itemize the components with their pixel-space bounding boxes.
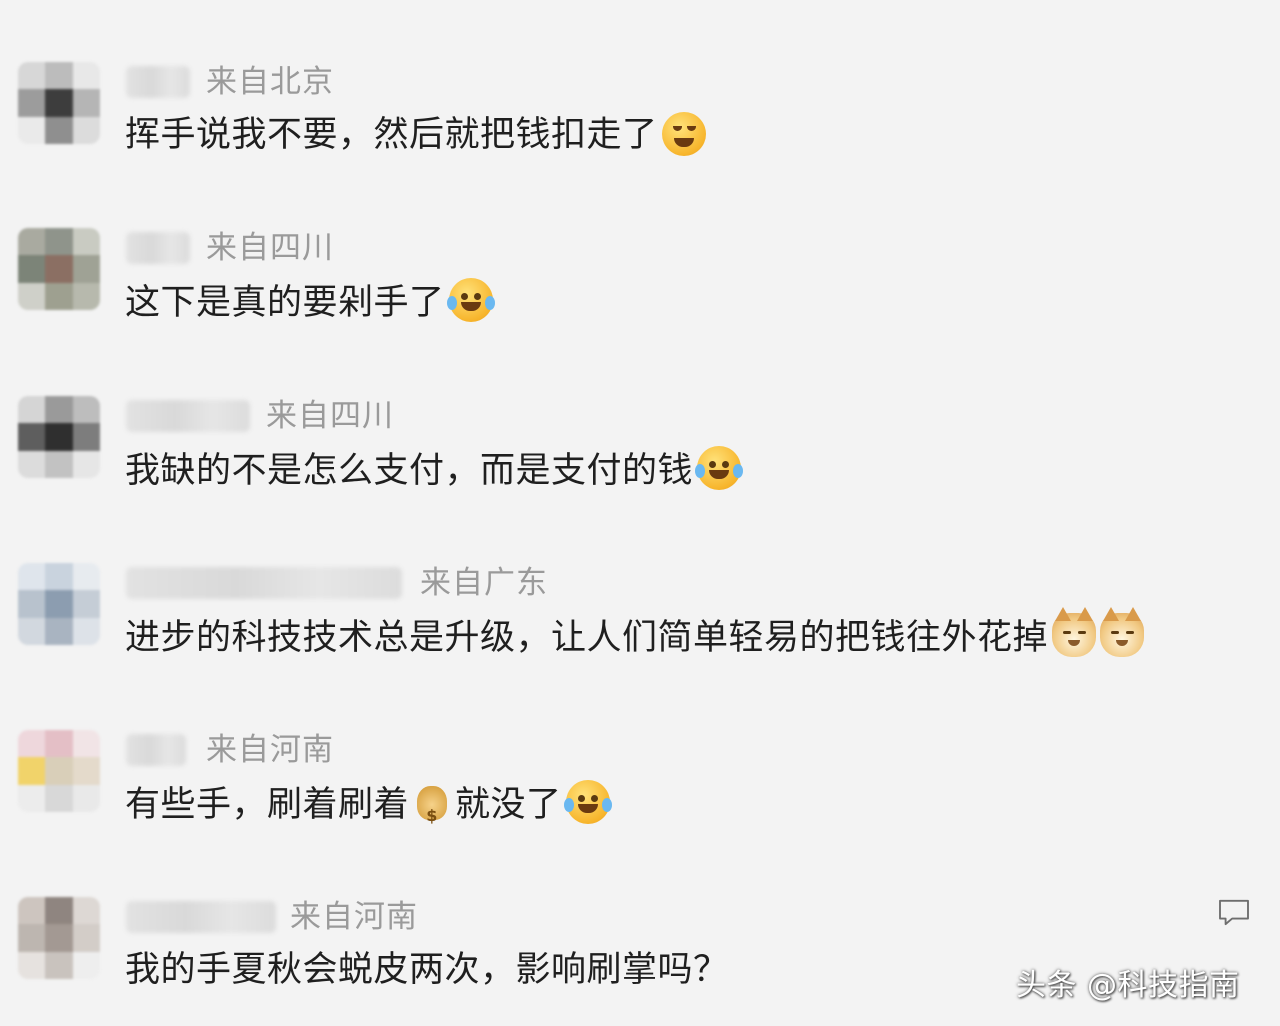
username-blurred[interactable]	[126, 734, 186, 766]
comment-item[interactable]: 来自四川 这下是真的要剁手了	[0, 228, 1280, 368]
location-label: 来自河南	[290, 899, 418, 935]
comment-list-screenshot: 来自北京 挥手说我不要，然后就把钱扣走了 来自四川 这下是真的要剁手了 来自四川…	[0, 0, 1280, 1026]
username-blurred[interactable]	[126, 400, 250, 432]
comment-text-content: 进步的科技技术总是升级，让人们简单轻易的把钱往外花掉	[125, 618, 1049, 658]
comment-item[interactable]: 来自四川 我缺的不是怎么支付，而是支付的钱	[0, 396, 1280, 536]
laugh-cry-icon	[563, 780, 612, 824]
avatar[interactable]	[18, 897, 100, 979]
location-label: 来自河南	[206, 732, 334, 768]
comment-item[interactable]: 来自广东 进步的科技技术总是升级，让人们简单轻易的把钱往外花掉	[0, 563, 1280, 703]
location-label: 来自四川	[206, 230, 334, 266]
avatar[interactable]	[18, 563, 100, 645]
comment-text: 我缺的不是怎么支付，而是支付的钱	[125, 446, 744, 494]
username-blurred[interactable]	[126, 232, 190, 264]
laugh-cry-icon	[695, 446, 744, 490]
comment-text: 进步的科技技术总是升级，让人们简单轻易的把钱往外花掉	[125, 607, 1145, 661]
comment-text-content: 我的手夏秋会蜕皮两次，影响刷掌吗？	[125, 950, 729, 990]
comment-text-content: 挥手说我不要，然后就把钱扣走了	[125, 115, 658, 155]
comment-text-content-end: 就没了	[455, 785, 562, 825]
avatar[interactable]	[18, 62, 100, 144]
avatar[interactable]	[18, 730, 100, 812]
comment-text: 挥手说我不要，然后就把钱扣走了	[125, 112, 706, 158]
comment-text: 这下是真的要剁手了	[125, 278, 495, 326]
avatar[interactable]	[18, 396, 100, 478]
comment-text-content: 我缺的不是怎么支付，而是支付的钱	[125, 451, 694, 491]
watermark: 头条 @科技指南	[1016, 968, 1240, 1003]
username-blurred[interactable]	[126, 901, 276, 933]
comment-text-content: 这下是真的要剁手了	[125, 283, 445, 323]
reply-comment-icon[interactable]	[1216, 898, 1252, 926]
comment-text: 我的手夏秋会蜕皮两次，影响刷掌吗？	[125, 947, 729, 993]
doge-icon	[1100, 607, 1145, 657]
smile-icon	[661, 112, 706, 156]
doge-icon	[1052, 607, 1097, 657]
laugh-cry-icon	[446, 278, 495, 322]
money-bag-icon: $	[417, 786, 448, 825]
location-label: 来自广东	[420, 565, 548, 601]
comment-item[interactable]: 来自河南 有些手，刷着刷着 $ 就没了	[0, 730, 1280, 870]
location-label: 来自北京	[206, 64, 334, 100]
comment-text-content: 有些手，刷着刷着	[125, 785, 410, 825]
username-blurred[interactable]	[126, 66, 190, 98]
username-blurred[interactable]	[126, 567, 402, 599]
comment-text: 有些手，刷着刷着 $ 就没了	[125, 780, 612, 828]
avatar[interactable]	[18, 228, 100, 310]
comment-item[interactable]: 来自北京 挥手说我不要，然后就把钱扣走了	[0, 62, 1280, 202]
location-label: 来自四川	[266, 398, 394, 434]
